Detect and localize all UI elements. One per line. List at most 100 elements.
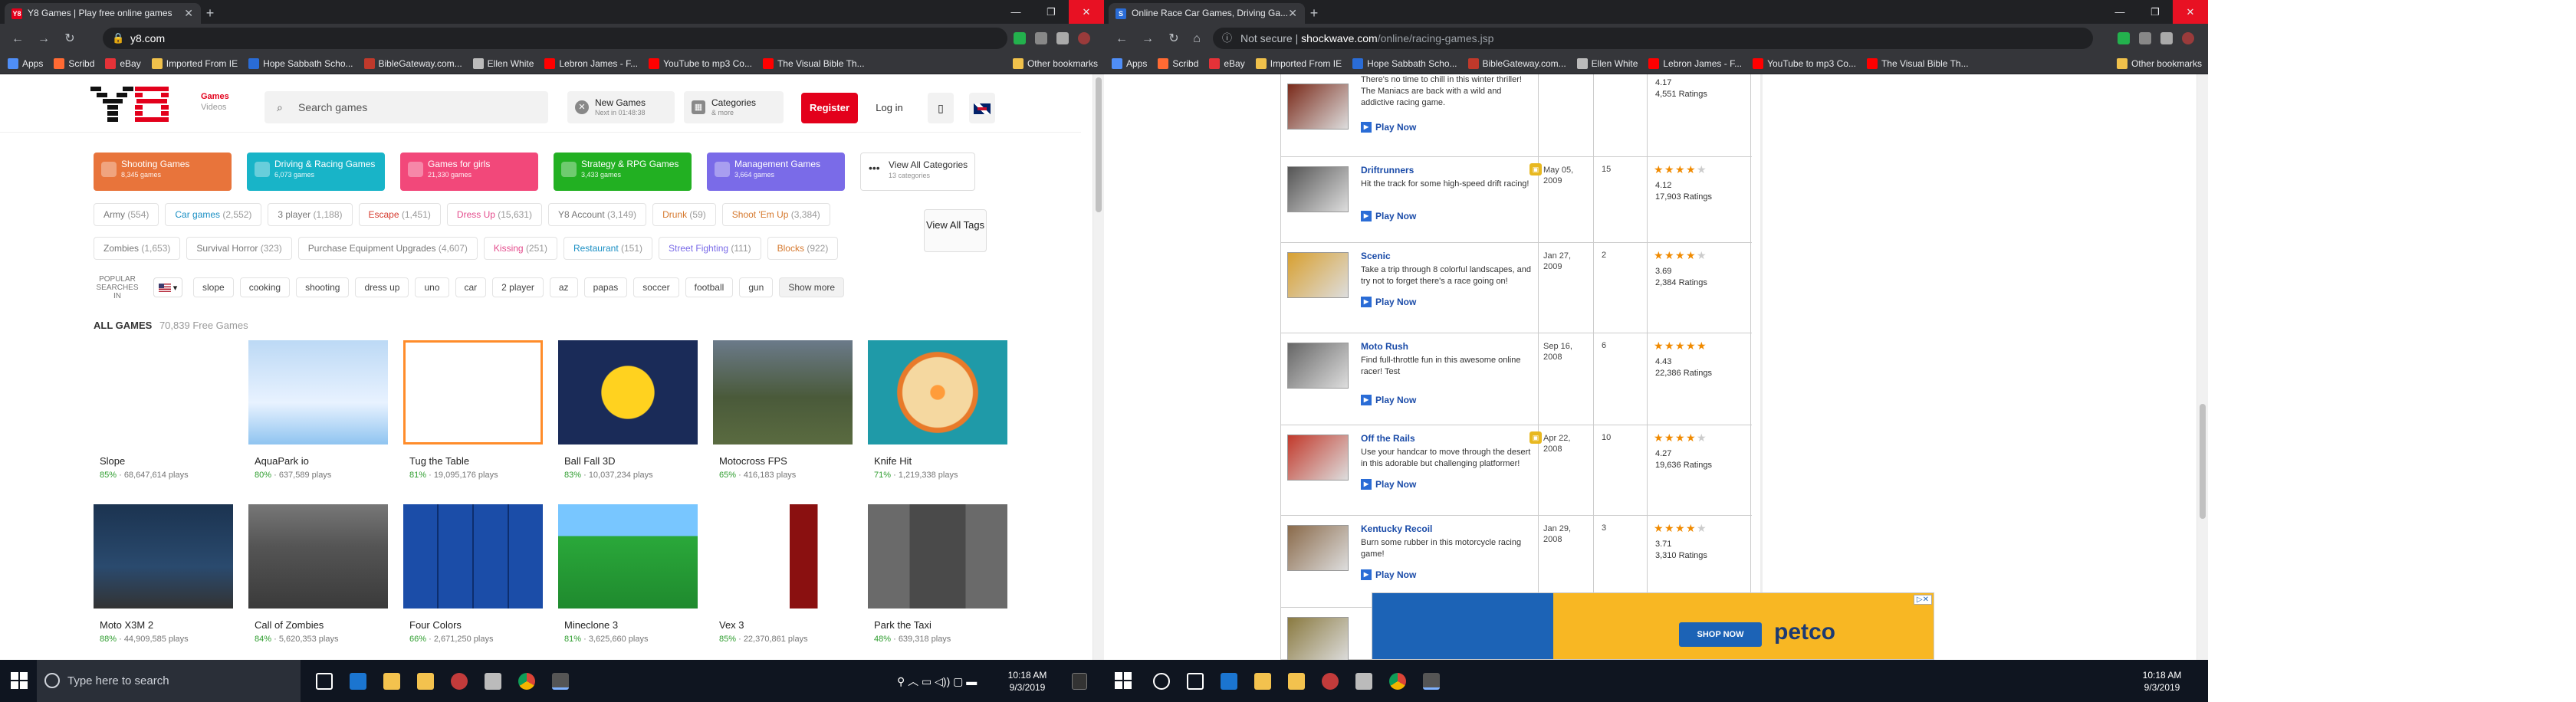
edge-icon[interactable] xyxy=(350,673,366,690)
bookmark-item[interactable]: Apps xyxy=(8,57,43,69)
new-tab-icon[interactable]: + xyxy=(1305,5,1323,21)
play-now-button[interactable]: ▶ Play Now xyxy=(1361,395,1416,405)
bookmark-item[interactable]: Scribd xyxy=(1158,57,1198,69)
category-driving[interactable]: Driving & Racing Games 6,073 games xyxy=(247,153,385,191)
bookmark-item[interactable]: Hope Sabbath Scho... xyxy=(1352,57,1457,69)
bookmark-item[interactable]: Ellen White xyxy=(1576,57,1638,69)
popular-search-chip[interactable]: soccer xyxy=(633,277,679,297)
game-title[interactable]: Slope xyxy=(100,455,125,467)
scrollbar-thumb[interactable] xyxy=(1096,77,1102,212)
game-title[interactable]: Vex 3 xyxy=(719,619,744,631)
home-icon[interactable]: ⌂ xyxy=(1188,31,1205,48)
game-card[interactable]: Vex 3 85% · 22,370,861 plays xyxy=(713,504,853,651)
search-input[interactable]: ⌕ Search games xyxy=(264,91,548,123)
game-card[interactable]: Tug the Table 81% · 19,095,176 plays xyxy=(403,340,543,487)
popular-search-chip[interactable]: az xyxy=(549,277,578,297)
game-card[interactable]: Slope 85% · 68,647,614 plays xyxy=(94,340,233,487)
category-shooting[interactable]: Shooting Games 8,345 games xyxy=(94,153,232,191)
game-title[interactable]: Park the Taxi xyxy=(874,619,932,631)
play-now-button[interactable]: ▶ Play Now xyxy=(1361,211,1416,221)
game-thumbnail[interactable] xyxy=(1287,252,1349,298)
popular-search-chip[interactable]: papas xyxy=(583,277,628,297)
tag-chip[interactable]: Car games (2,552) xyxy=(165,203,262,226)
calculator-icon[interactable] xyxy=(485,673,501,690)
game-card[interactable]: Ball Fall 3D 83% · 10,037,234 plays xyxy=(558,340,698,487)
tag-chip[interactable]: Street Fighting (111) xyxy=(659,237,761,260)
store-icon[interactable] xyxy=(417,673,434,690)
popular-search-chip[interactable]: slope xyxy=(193,277,234,297)
game-thumbnail[interactable] xyxy=(94,504,233,609)
app-icon[interactable] xyxy=(451,673,468,690)
play-now-button[interactable]: ▶ Play Now xyxy=(1361,297,1416,307)
game-thumbnail[interactable] xyxy=(558,504,698,609)
extension-icon[interactable] xyxy=(2118,32,2130,44)
game-thumbnail[interactable] xyxy=(248,340,388,444)
file-explorer-icon[interactable] xyxy=(383,673,400,690)
tab-y8[interactable]: Y8 Y8 Games | Play free online games ✕ xyxy=(5,3,201,24)
game-card[interactable]: Park the Taxi 48% · 639,318 plays xyxy=(868,504,1007,651)
game-card[interactable]: Call of Zombies 84% · 5,620,353 plays xyxy=(248,504,388,651)
game-name-link[interactable]: Moto Rush xyxy=(1361,341,1408,352)
address-bar[interactable]: ⓘ Not secure | shockwave.com/online/raci… xyxy=(1213,28,2093,49)
extension-icon[interactable] xyxy=(2160,32,2173,44)
game-card[interactable]: Knife Hit 71% · 1,219,338 plays xyxy=(868,340,1007,487)
profile-avatar-icon[interactable] xyxy=(1078,32,1090,44)
taskbar-clock[interactable]: 10:18 AM 9/3/2019 xyxy=(2131,669,2193,694)
game-card[interactable]: Mineclone 3 81% · 3,625,660 plays xyxy=(558,504,698,651)
task-view-icon[interactable] xyxy=(316,673,333,690)
game-name-link[interactable]: Off the Rails xyxy=(1361,433,1415,444)
game-thumbnail[interactable] xyxy=(558,340,698,444)
chrome-window-icon[interactable] xyxy=(1423,673,1440,690)
maximize-icon[interactable]: ❐ xyxy=(2137,0,2173,24)
new-games-button[interactable]: ✕ New Games Next in 01:48:38 xyxy=(567,91,675,123)
game-title[interactable]: AquaPark io xyxy=(255,455,309,467)
show-more-button[interactable]: Show more xyxy=(779,277,845,297)
extension-icon[interactable] xyxy=(1014,32,1026,44)
videos-nav-link[interactable]: Videos xyxy=(201,102,229,113)
game-card[interactable]: Moto X3M 2 88% · 44,909,585 plays xyxy=(94,504,233,651)
game-title[interactable]: Motocross FPS xyxy=(719,455,787,467)
file-explorer-icon[interactable] xyxy=(1254,673,1271,690)
bookmark-item[interactable]: Imported From IE xyxy=(151,57,238,69)
bookmark-item[interactable]: eBay xyxy=(105,57,141,69)
extension-icon[interactable] xyxy=(1035,32,1047,44)
reload-icon[interactable]: ↻ xyxy=(1165,31,1182,48)
game-title[interactable]: Four Colors xyxy=(409,619,462,631)
bookmark-item[interactable]: Scribd xyxy=(54,57,94,69)
back-icon[interactable]: ← xyxy=(9,31,26,48)
forward-icon[interactable]: → xyxy=(1139,31,1156,48)
game-name-link[interactable]: Scenic xyxy=(1361,251,1391,261)
y8-logo[interactable] xyxy=(90,87,170,122)
tag-chip[interactable]: Restaurant (151) xyxy=(563,237,653,260)
page-scrollbar[interactable] xyxy=(1092,74,1104,660)
register-button[interactable]: Register xyxy=(801,93,858,123)
game-thumbnail[interactable] xyxy=(1287,525,1349,571)
store-icon[interactable] xyxy=(1288,673,1305,690)
minimize-icon[interactable]: — xyxy=(998,0,1033,24)
minimize-icon[interactable]: — xyxy=(2102,0,2137,24)
games-videos-switch[interactable]: Games Videos xyxy=(201,91,229,113)
tag-chip[interactable]: Zombies (1,653) xyxy=(94,237,181,260)
play-now-button[interactable]: ▶ Play Now xyxy=(1361,122,1416,133)
bookmark-item[interactable]: Lebron James - F... xyxy=(544,57,638,69)
forward-icon[interactable]: → xyxy=(35,31,52,48)
tag-chip[interactable]: Y8 Account (3,149) xyxy=(547,203,647,226)
bookmark-item[interactable]: BibleGateway.com... xyxy=(1467,57,1566,69)
game-title[interactable]: Mineclone 3 xyxy=(564,619,618,631)
popular-search-chip[interactable]: cooking xyxy=(239,277,291,297)
bookmark-item[interactable]: The Visual Bible Th... xyxy=(762,57,865,69)
language-flag-icon[interactable] xyxy=(969,93,995,123)
tag-chip[interactable]: Dress Up (15,631) xyxy=(446,203,542,226)
bookmark-item[interactable]: BibleGateway.com... xyxy=(363,57,462,69)
view-all-categories[interactable]: ••• View All Categories 13 categories xyxy=(860,153,975,191)
country-selector[interactable]: ▾ xyxy=(153,277,182,297)
categories-button[interactable]: ▦ Categories & more xyxy=(684,91,784,123)
tag-chip[interactable]: Shoot 'Em Up (3,384) xyxy=(721,203,830,226)
game-title[interactable]: Call of Zombies xyxy=(255,619,324,631)
maximize-icon[interactable]: ❐ xyxy=(1033,0,1069,24)
bookmark-item[interactable]: The Visual Bible Th... xyxy=(1866,57,1969,69)
other-bookmarks[interactable]: Other bookmarks xyxy=(2116,57,2202,69)
reload-icon[interactable]: ↻ xyxy=(61,31,78,48)
game-title[interactable]: Knife Hit xyxy=(874,455,912,467)
game-card[interactable]: Motocross FPS 65% · 416,183 plays xyxy=(713,340,853,487)
